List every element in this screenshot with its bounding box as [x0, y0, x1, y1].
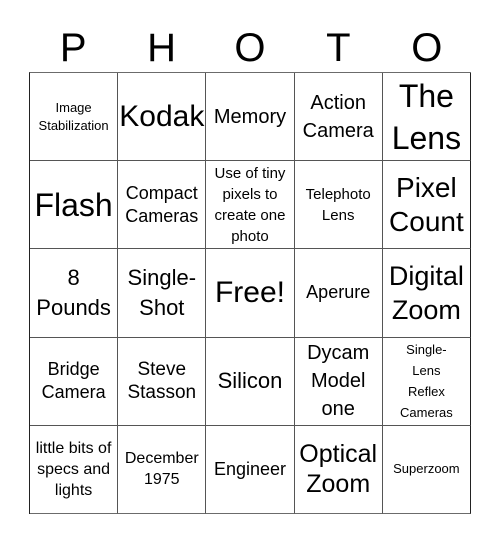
bingo-cell[interactable]: Pixel Count: [382, 161, 471, 250]
bingo-cell[interactable]: Memory: [206, 73, 295, 162]
bingo-cell[interactable]: Compact Cameras: [118, 161, 207, 250]
bingo-cell[interactable]: Superzoom: [382, 425, 471, 514]
bingo-cell[interactable]: Use of tiny pixels to create one photo: [206, 161, 295, 250]
bingo-cell[interactable]: Flash: [30, 161, 119, 250]
bingo-cell[interactable]: Engineer: [206, 425, 295, 514]
bingo-cell[interactable]: Steve Stasson: [118, 337, 207, 426]
bingo-cell[interactable]: December 1975: [118, 425, 207, 514]
header-letter-h: H: [147, 26, 177, 70]
bingo-cell[interactable]: Optical Zoom: [294, 425, 383, 514]
bingo-cell[interactable]: Aperure: [294, 249, 383, 338]
bingo-cell[interactable]: little bits of specs and lights: [30, 425, 119, 514]
bingo-cell[interactable]: Action Camera: [294, 73, 383, 162]
bingo-cell[interactable]: Telephoto Lens: [294, 161, 383, 250]
bingo-header: P H O T O: [29, 24, 471, 72]
header-letter-t: T: [326, 26, 351, 70]
bingo-cell[interactable]: Bridge Camera: [30, 337, 119, 426]
header-letter-p: P: [59, 26, 87, 70]
bingo-cell[interactable]: Image Stabilization: [30, 73, 119, 162]
bingo-cell[interactable]: Silicon: [206, 337, 295, 426]
bingo-cell[interactable]: Dycam Model one: [294, 337, 383, 426]
bingo-cell[interactable]: Digital Zoom: [382, 249, 471, 338]
bingo-cell[interactable]: Kodak: [118, 73, 207, 162]
free-space[interactable]: Free!: [206, 249, 295, 338]
bingo-cell[interactable]: 8 Pounds: [30, 249, 119, 338]
bingo-cell[interactable]: Single-Lens Reflex Cameras: [382, 337, 471, 426]
bingo-board: Image Stabilization Kodak Memory Action …: [29, 72, 471, 514]
bingo-cell[interactable]: The Lens: [382, 73, 471, 162]
header-letter-o: O: [234, 26, 266, 70]
header-letter-o2: O: [411, 26, 443, 70]
bingo-cell[interactable]: Single-Shot: [118, 249, 207, 338]
